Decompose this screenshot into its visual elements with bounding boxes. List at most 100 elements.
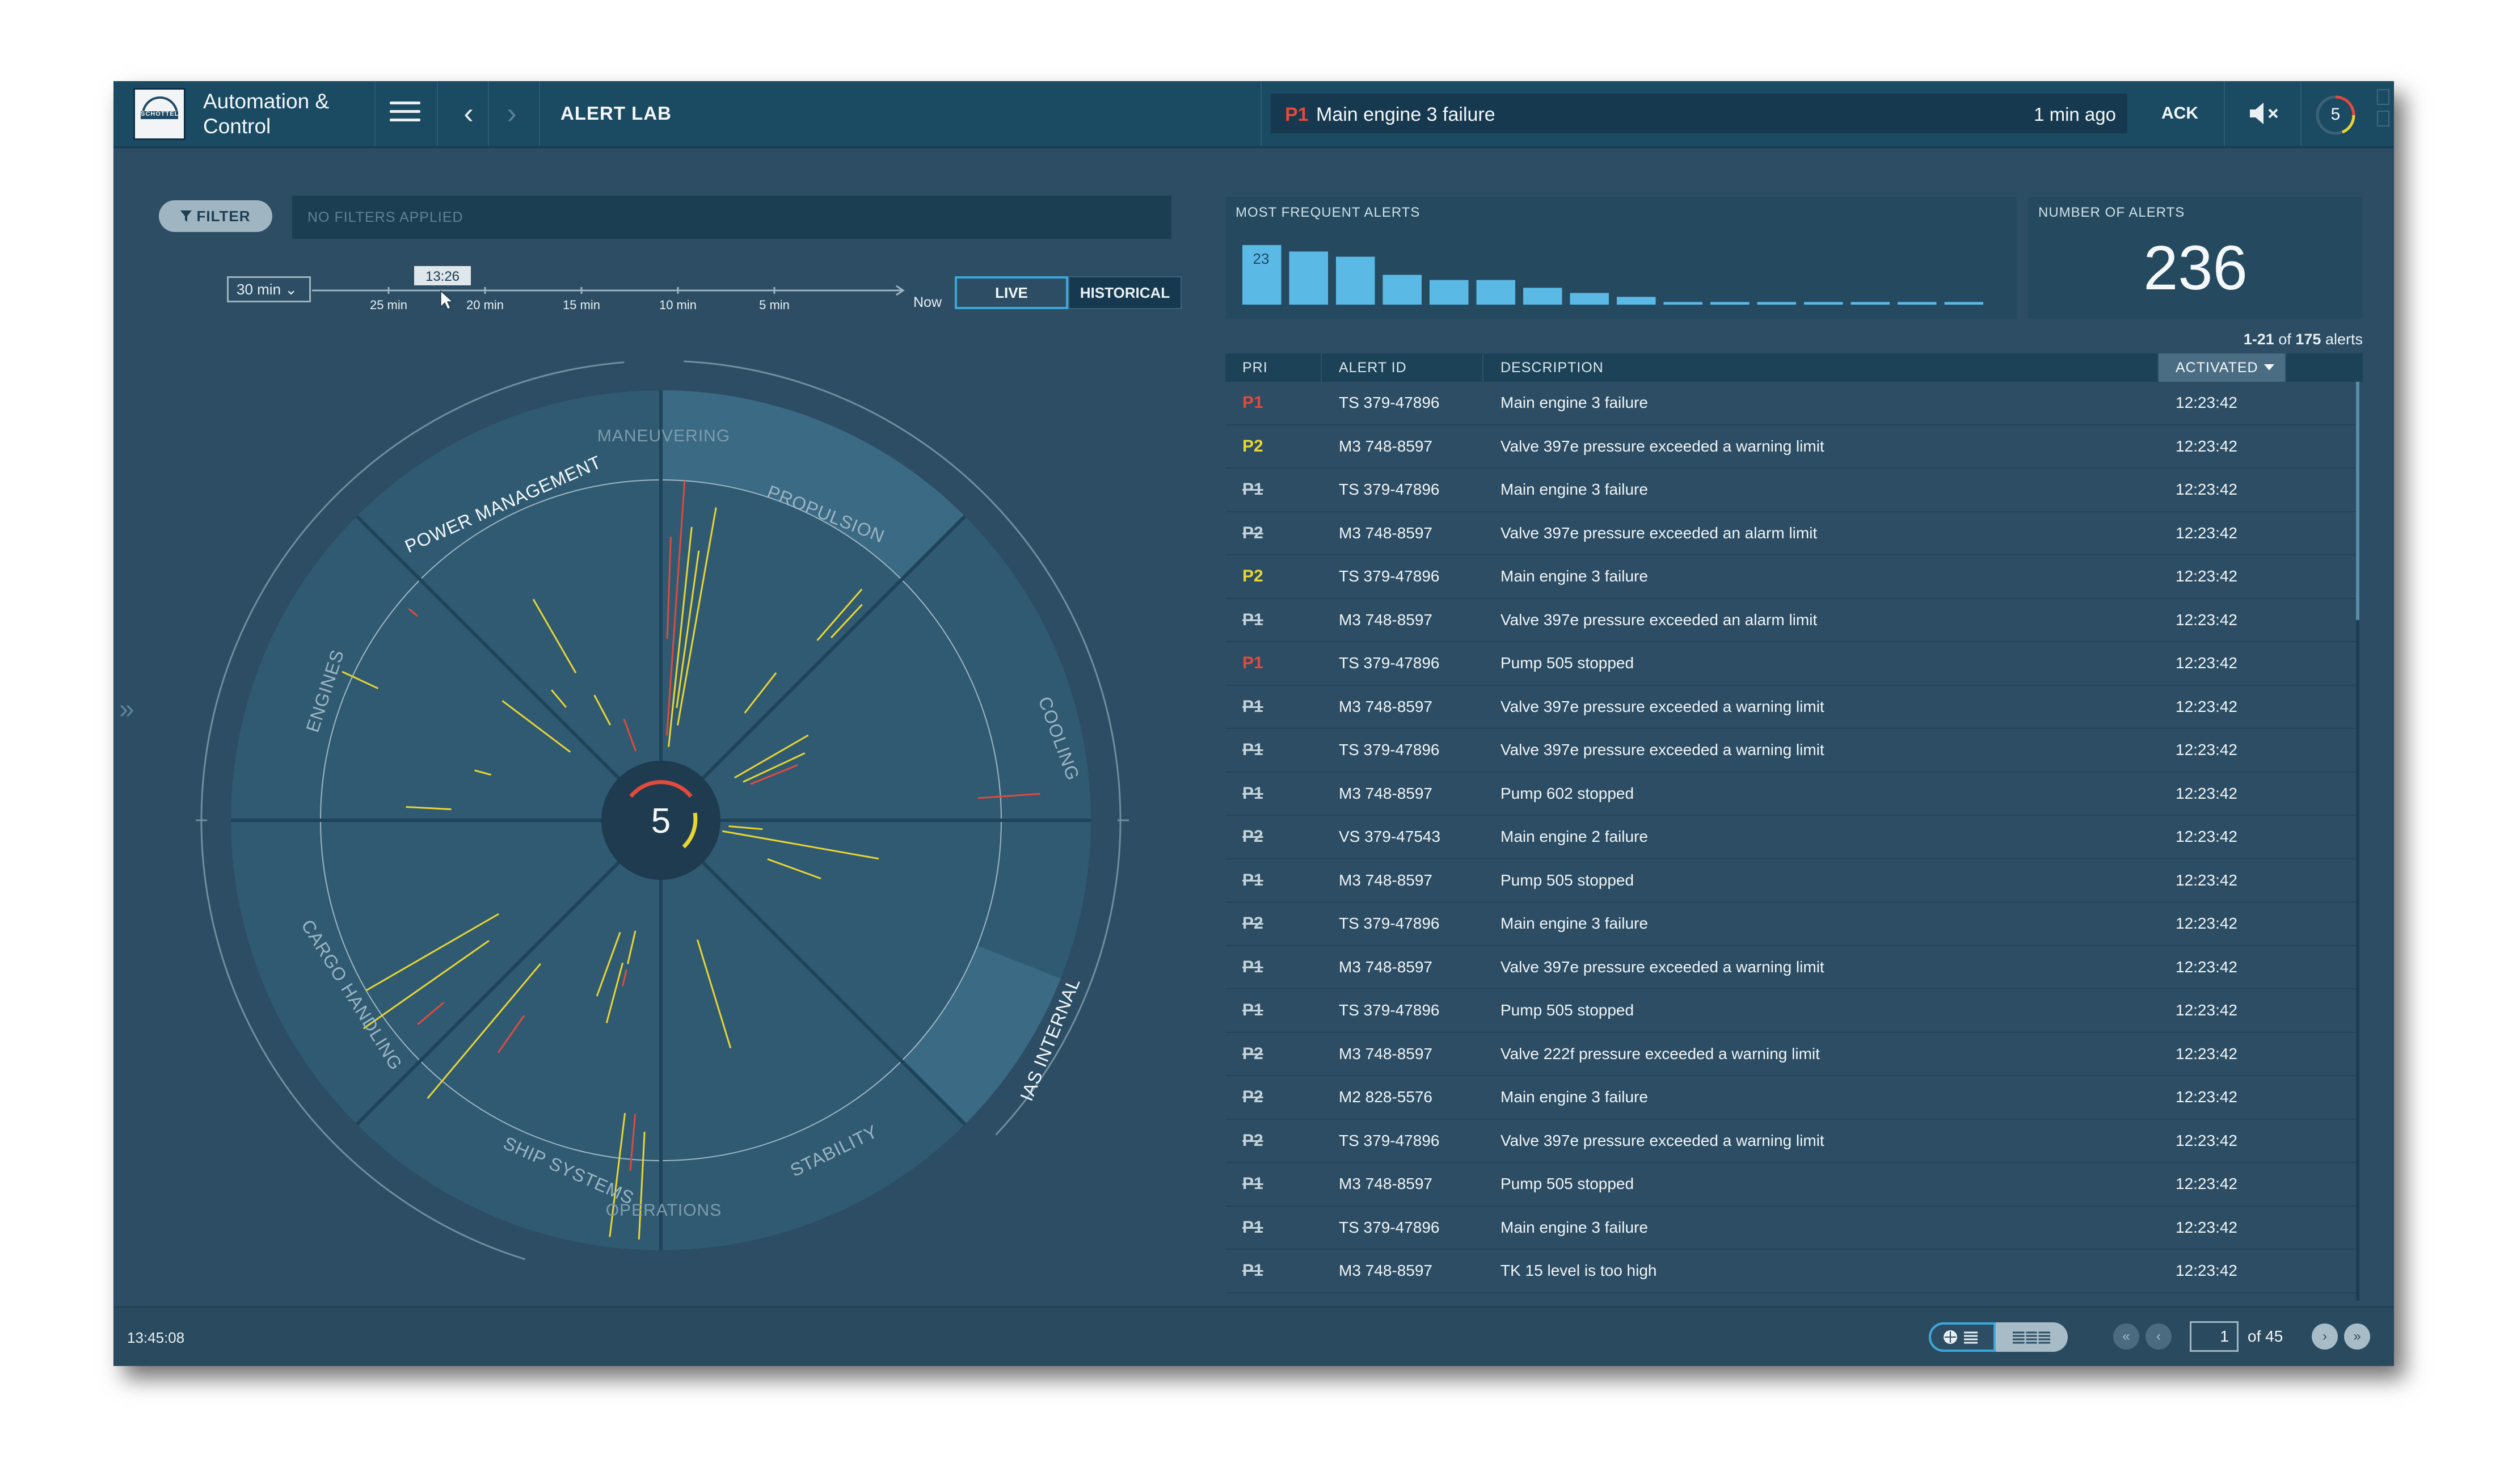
activated-cell: 12:23:42	[2176, 1131, 2237, 1149]
banner-time: 1 min ago	[2034, 104, 2116, 125]
column-header-description[interactable]: DESCRIPTION	[1483, 353, 2159, 382]
frequency-bar[interactable]	[1663, 302, 1703, 305]
hamburger-menu-icon[interactable]	[390, 102, 420, 125]
back-chevron-icon[interactable]: ‹	[452, 95, 486, 132]
activated-cell: 12:23:42	[2176, 1175, 2237, 1192]
table-row[interactable]: P1 TS 379-47896 Valve 397e pressure exceed…	[1225, 729, 2357, 773]
priority-cell: P1	[1242, 957, 1263, 976]
frequency-bar[interactable]	[1851, 302, 1890, 305]
table-row[interactable]: P2 TS 379-47896 Main engine 3 failure 12:23…	[1225, 903, 2357, 946]
table-row[interactable]: P2 TS 379-47896 Main engine 3 failure 12:23…	[1225, 555, 2357, 599]
table-row[interactable]: P1 TS 379-47896 Main engine 3 failure 12:23…	[1225, 469, 2357, 512]
column-header-alert-id[interactable]: ALERT ID	[1322, 353, 1483, 382]
radial-alert-chart[interactable]: 5 MANEUVERING OPERATIONS POWER MANAGEMEN…	[182, 331, 1135, 1306]
most-frequent-alerts-chart[interactable]: 23	[1242, 242, 2008, 310]
mute-icon[interactable]	[2246, 99, 2286, 128]
table-row[interactable]: P1 TS 379-47896 Pump 505 stopped 12:23:42	[1225, 989, 2357, 1033]
number-of-alerts-panel: NUMBER OF ALERTS 236	[2028, 197, 2363, 319]
frequency-bar[interactable]	[1382, 275, 1422, 305]
frequency-bar[interactable]	[1804, 302, 1843, 305]
window-controls[interactable]	[2377, 89, 2393, 140]
chevron-down-icon: ⌄	[285, 281, 298, 298]
column-header-pri[interactable]: PRI	[1225, 353, 1322, 382]
frequency-bar[interactable]	[1617, 297, 1656, 305]
activated-cell: 12:23:42	[2176, 958, 2237, 976]
first-page-icon[interactable]: «	[2113, 1323, 2139, 1350]
view-mode-toggle[interactable]	[1929, 1322, 2068, 1352]
window-icon[interactable]	[2377, 89, 2389, 105]
priority-cell: P1	[1242, 783, 1263, 803]
column-header-activated[interactable]: ACTIVATED	[2159, 353, 2286, 382]
frequency-bar[interactable]	[1336, 256, 1375, 305]
activated-cell: 12:23:42	[2176, 784, 2237, 802]
range-of: of	[2278, 331, 2291, 348]
table-row[interactable]: P1 M3 748-8597 TK 15 level is too high 12:2…	[1225, 1250, 2357, 1293]
table-row[interactable]: P2 TS 379-47896 Valve 397e pressure exceed…	[1225, 1120, 2357, 1163]
timeline-cursor-label[interactable]: 13:26	[425, 269, 460, 284]
active-alerts-badge[interactable]: 5	[2313, 92, 2358, 138]
frequency-bar[interactable]	[1570, 293, 1609, 305]
alerts-table: PRI ALERT ID DESCRIPTION ACTIVATED P1 TS …	[1225, 353, 2363, 1306]
table-row[interactable]: P2 M3 748-8597 Valve 397e pressure exceede…	[1225, 512, 2357, 555]
live-toggle-button[interactable]: LIVE	[955, 276, 1068, 309]
table-row[interactable]: P2 M3 748-8597 Valve 397e pressure exceede…	[1225, 425, 2357, 469]
filter-status-field[interactable]: NO FILTERS APPLIED	[292, 196, 1171, 239]
filter-button[interactable]: FILTER	[159, 200, 272, 232]
expand-panel-icon[interactable]: »	[119, 694, 134, 725]
last-page-icon[interactable]: »	[2344, 1323, 2370, 1350]
time-range-select[interactable]: 30 min ⌄	[227, 276, 311, 302]
window-icon[interactable]	[2377, 111, 2389, 127]
frequency-bar[interactable]	[1523, 288, 1562, 305]
ack-button[interactable]: ACK	[2161, 104, 2198, 123]
table-row[interactable]: P1 TS 379-47896 Main engine 3 failure 12:23…	[1225, 1207, 2357, 1250]
frequency-bar[interactable]	[1289, 251, 1329, 305]
table-row[interactable]: P2 M3 748-8597 Valve 222f pressure exceede…	[1225, 1033, 2357, 1076]
scrollbar-thumb[interactable]	[2356, 382, 2359, 620]
frequency-bar[interactable]	[1944, 302, 1984, 305]
description-cell: Pump 505 stopped	[1500, 654, 1634, 672]
activated-cell: 12:23:42	[2176, 871, 2237, 889]
latest-alert-banner[interactable]: P1 Main engine 3 failure 1 min ago	[1271, 94, 2127, 133]
frequency-bar[interactable]	[1476, 280, 1516, 305]
forward-chevron-icon[interactable]: ›	[495, 95, 529, 132]
description-cell: Valve 397e pressure exceeded a warning l…	[1500, 958, 1824, 976]
description-cell: TK 15 level is too high	[1500, 1262, 1657, 1279]
table-scrollbar[interactable]	[2356, 382, 2359, 1301]
alert-id-cell: M3 748-8597	[1339, 437, 1433, 455]
prev-page-icon[interactable]: ‹	[2146, 1323, 2172, 1350]
table-row[interactable]: P1 TS 379-47896 Valve 222f pressure exceed…	[1225, 1293, 2357, 1307]
activated-cell: 12:23:42	[2176, 480, 2237, 498]
frequency-bar[interactable]	[1710, 302, 1750, 305]
table-row[interactable]: P1 M3 748-8597 Valve 397e pressure exceede…	[1225, 946, 2357, 989]
table-row[interactable]: P2 M2 828-5576 Main engine 3 failure 12:23:…	[1225, 1076, 2357, 1120]
page-title: ALERT LAB	[560, 103, 672, 124]
description-cell: Pump 505 stopped	[1500, 1001, 1634, 1019]
table-view-button[interactable]	[1996, 1322, 2068, 1352]
page-count-text: of 45	[2248, 1327, 2283, 1345]
timeline-now-label: Now	[913, 294, 942, 310]
table-row[interactable]: P1 TS 379-47896 Main engine 3 failure 12:23…	[1225, 382, 2357, 425]
table-row[interactable]: P1 M3 748-8597 Valve 397e pressure exceede…	[1225, 599, 2357, 642]
activated-cell: 12:23:42	[2176, 610, 2237, 629]
filter-button-label: FILTER	[196, 208, 251, 225]
frequency-bar[interactable]	[1430, 280, 1469, 305]
timeline-scrubber[interactable]: 25 min 20 min 15 min 10 min 5 min Now 13…	[227, 262, 1044, 313]
historical-toggle-button[interactable]: HISTORICAL	[1068, 276, 1182, 309]
range-start: 1-21	[2243, 331, 2274, 348]
table-row[interactable]: P1 M3 748-8597 Valve 397e pressure exceede…	[1225, 686, 2357, 729]
table-row[interactable]: P1 M3 748-8597 Pump 505 stopped 12:23:42	[1225, 859, 2357, 903]
logo-text: SCHOTTEL	[141, 111, 179, 117]
frequency-bar[interactable]	[1898, 302, 1937, 305]
radial-center-count: 5	[651, 802, 671, 841]
page-number-input[interactable]: 1	[2190, 1321, 2239, 1352]
radial-list-view-button[interactable]	[1929, 1322, 1996, 1352]
table-row[interactable]: P1 TS 379-47896 Pump 505 stopped 12:23:42	[1225, 642, 2357, 686]
alert-id-cell: TS 379-47896	[1339, 567, 1440, 585]
priority-cell: P1	[1242, 870, 1263, 889]
frequency-bar[interactable]	[1757, 302, 1797, 305]
system-clock: 13:45:08	[127, 1329, 185, 1346]
next-page-icon[interactable]: ›	[2312, 1323, 2338, 1350]
table-row[interactable]: P1 M3 748-8597 Pump 602 stopped 12:23:42	[1225, 773, 2357, 816]
table-row[interactable]: P1 M3 748-8597 Pump 505 stopped 12:23:42	[1225, 1163, 2357, 1207]
table-row[interactable]: P2 VS 379-47543 Main engine 2 failure 12:23…	[1225, 816, 2357, 859]
